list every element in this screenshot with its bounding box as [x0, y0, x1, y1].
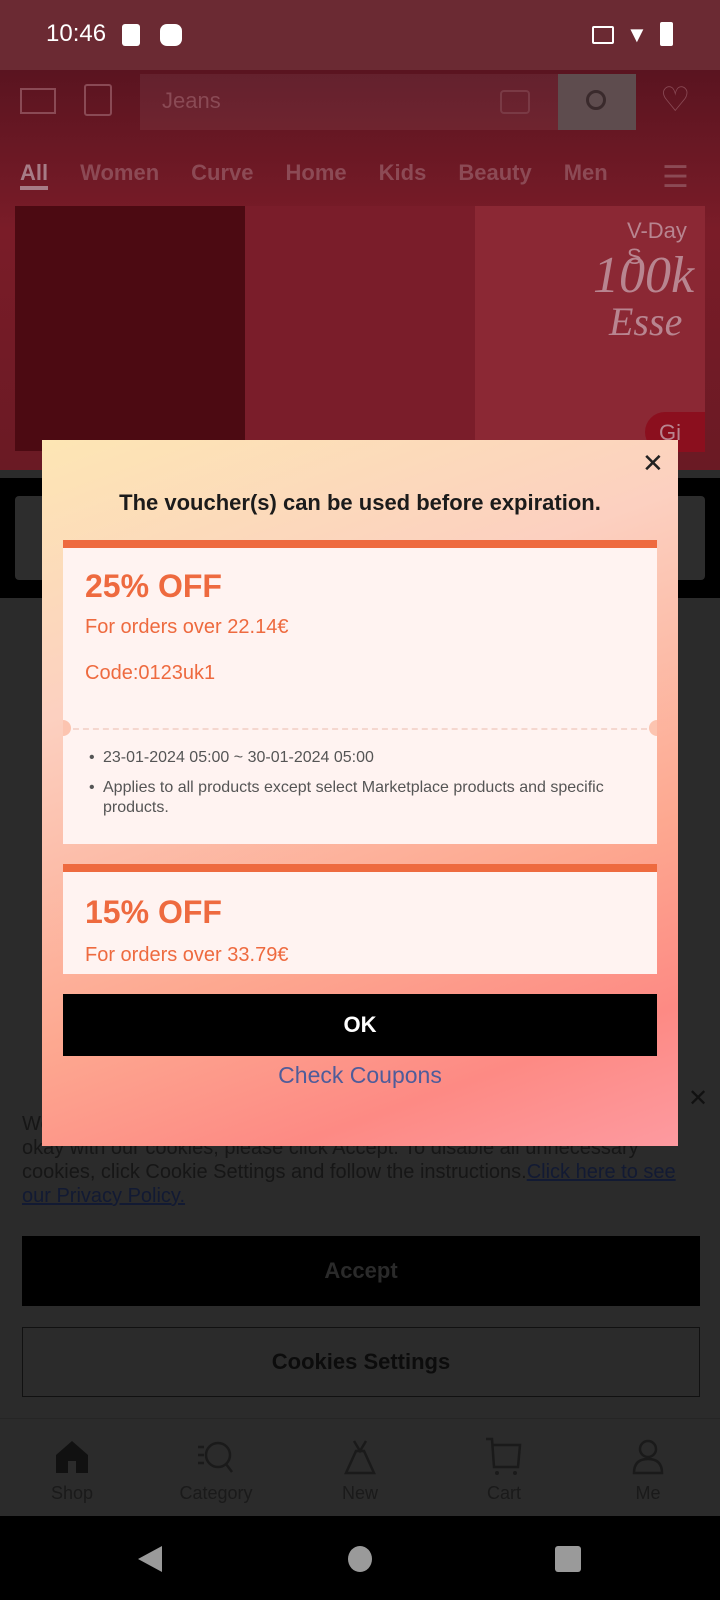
banner-subheadline: Esse	[609, 299, 683, 344]
nav-category[interactable]: Category	[144, 1419, 288, 1516]
category-tabs: All Women Curve Home Kids Beauty Men	[20, 160, 640, 190]
cookie-close-icon[interactable]: ✕	[688, 1084, 708, 1113]
home-icon	[56, 1441, 88, 1473]
voucher-code: Code:0123uk1	[85, 662, 216, 684]
voucher-condition: For orders over 22.14€	[85, 616, 289, 638]
heart-icon[interactable]: ♡	[660, 80, 690, 120]
recents-icon[interactable]	[555, 1546, 581, 1572]
voucher-validity: 23-01-2024 05:00 ~ 30-01-2024 05:00	[89, 748, 639, 768]
cast-icon	[592, 26, 614, 44]
banner-headline: 100k	[593, 247, 695, 304]
tab-home[interactable]: Home	[286, 160, 347, 190]
ok-button[interactable]: OK	[63, 994, 657, 1056]
cookie-settings-button[interactable]: Cookies Settings	[22, 1327, 700, 1397]
category-search-icon	[198, 1441, 233, 1473]
voucher-card: 25% OFF For orders over 22.14€ Code:0123…	[63, 540, 657, 844]
accept-button[interactable]: Accept	[22, 1236, 700, 1306]
check-coupons-link[interactable]: Check Coupons	[42, 1062, 678, 1089]
cart-icon	[486, 1437, 522, 1475]
voucher-note: Applies to all products except select Ma…	[89, 778, 639, 818]
nav-new[interactable]: New	[288, 1419, 432, 1516]
tab-beauty[interactable]: Beauty	[458, 160, 531, 190]
status-bar: 10:46 ▼	[0, 0, 720, 70]
status-time: 10:46	[46, 20, 107, 47]
dress-icon	[344, 1440, 376, 1475]
nav-shop[interactable]: Shop	[0, 1419, 144, 1516]
promo-banner[interactable]: V-Day S 100k Esse Gi	[15, 206, 705, 452]
back-icon[interactable]	[138, 1546, 162, 1572]
nav-me[interactable]: Me	[576, 1419, 720, 1516]
notification-icon	[160, 24, 182, 46]
tab-all[interactable]: All	[20, 160, 49, 190]
voucher-card: 15% OFF For orders over 33.79€	[63, 864, 657, 974]
system-nav-bar	[0, 1516, 720, 1600]
divider	[63, 728, 657, 730]
voucher-dialog: ✕ The voucher(s) can be used before expi…	[42, 440, 678, 1146]
ticket-notch	[63, 720, 71, 736]
search-button[interactable]	[558, 74, 636, 130]
tab-women[interactable]: Women	[80, 160, 159, 190]
menu-icon[interactable]: ☰	[662, 160, 689, 195]
close-icon[interactable]: ✕	[642, 448, 664, 479]
voucher-condition: For orders over 33.79€	[85, 944, 289, 966]
voucher-discount: 15% OFF	[85, 894, 222, 930]
nav-cart[interactable]: Cart	[432, 1419, 576, 1516]
wifi-icon: ▼	[626, 22, 648, 47]
bottom-nav: Shop Category New Cart Me	[0, 1418, 720, 1516]
person-icon	[632, 1439, 664, 1475]
camera-icon[interactable]	[500, 90, 530, 114]
ticket-notch	[649, 720, 657, 736]
search-icon	[586, 90, 606, 110]
voucher-discount: 25% OFF	[85, 568, 222, 604]
tab-curve[interactable]: Curve	[191, 160, 253, 190]
dialog-title: The voucher(s) can be used before expira…	[119, 490, 601, 515]
mail-icon[interactable]	[20, 88, 56, 114]
alert-icon	[122, 24, 140, 46]
tab-kids[interactable]: Kids	[379, 160, 427, 190]
calendar-icon[interactable]	[84, 84, 112, 116]
battery-icon	[660, 22, 673, 46]
tab-men[interactable]: Men	[564, 160, 608, 190]
search-placeholder: Jeans	[162, 88, 221, 113]
home-button-icon[interactable]	[348, 1546, 372, 1572]
